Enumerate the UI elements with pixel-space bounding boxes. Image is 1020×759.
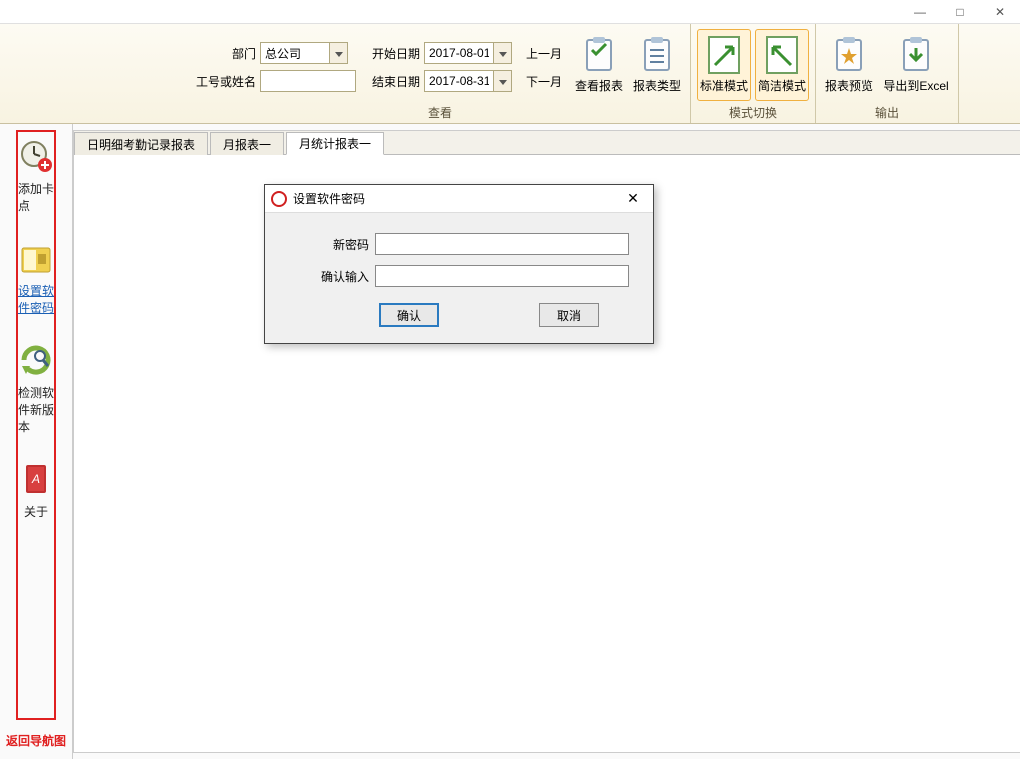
- page-arrow-icon: [706, 34, 742, 76]
- report-type-label: 报表类型: [633, 80, 681, 93]
- svg-text:A: A: [31, 472, 40, 486]
- sidebar-item-add-card-point[interactable]: 添加卡点: [18, 138, 54, 214]
- refresh-search-icon: [18, 342, 54, 378]
- sidebar-item-label: 添加卡点: [18, 180, 54, 214]
- cancel-button[interactable]: 取消: [539, 303, 599, 327]
- end-date-input[interactable]: [424, 70, 494, 92]
- clipboard-list-icon: [639, 34, 675, 76]
- chevron-down-icon[interactable]: [494, 42, 512, 64]
- id-input[interactable]: [260, 70, 356, 92]
- sidebar-item-check-update[interactable]: 检测软件新版本: [18, 342, 54, 435]
- page-arrow-alt-icon: [764, 34, 800, 76]
- id-label: 工号或姓名: [196, 73, 256, 90]
- window-minimize-button[interactable]: —: [900, 0, 940, 24]
- chevron-down-icon[interactable]: [330, 42, 348, 64]
- sidebar-item-label: 检测软件新版本: [18, 384, 54, 435]
- chevron-down-icon[interactable]: [494, 70, 512, 92]
- dept-combo[interactable]: [260, 42, 348, 64]
- dialog-close-button[interactable]: ✕: [619, 188, 647, 210]
- book-icon: A: [18, 461, 54, 497]
- report-type-button[interactable]: 报表类型: [630, 29, 684, 101]
- clipboard-view-icon: [581, 34, 617, 76]
- start-date-label: 开始日期: [360, 45, 420, 62]
- sidebar-item-label: 设置软件密码: [18, 282, 54, 316]
- ribbon-group-view-label: 查看: [196, 102, 684, 121]
- view-report-label: 查看报表: [575, 80, 623, 93]
- sidebar-item-set-password[interactable]: 设置软件密码: [18, 240, 54, 316]
- standard-mode-button[interactable]: 标准模式: [697, 29, 751, 101]
- simple-mode-button[interactable]: 简洁模式: [755, 29, 809, 101]
- set-password-dialog: 设置软件密码 ✕ 新密码 确认输入 确认 取消: [264, 184, 654, 344]
- clipboard-star-icon: [831, 34, 867, 76]
- new-password-input[interactable]: [375, 233, 629, 255]
- window-titlebar: — □ ✕: [0, 0, 1020, 24]
- next-month-button[interactable]: 下一月: [520, 70, 568, 92]
- tab-daily-detail[interactable]: 日明细考勤记录报表: [74, 132, 208, 155]
- clock-add-icon: [18, 138, 54, 174]
- ribbon-group-output-label: 输出: [822, 102, 952, 121]
- sidebar-footer-link[interactable]: 返回导航图: [0, 726, 72, 759]
- ribbon-group-output: 报表预览 导出到Excel 输出: [816, 24, 959, 123]
- end-date-combo[interactable]: [424, 70, 512, 92]
- ribbon-group-view: 部门 工号或姓名 开始日期: [190, 24, 691, 123]
- app-icon: [271, 191, 287, 207]
- confirm-password-input[interactable]: [375, 265, 629, 287]
- window-maximize-button[interactable]: □: [940, 0, 980, 24]
- clipboard-export-icon: [898, 34, 934, 76]
- ribbon-group-mode: 标准模式 简洁模式 模式切换: [691, 24, 816, 123]
- dept-input[interactable]: [260, 42, 330, 64]
- view-report-button[interactable]: 查看报表: [572, 29, 626, 101]
- ribbon-toolbar: 部门 工号或姓名 开始日期: [0, 24, 1020, 124]
- export-excel-label: 导出到Excel: [883, 80, 948, 93]
- sidebar-item-about[interactable]: A 关于: [18, 461, 54, 520]
- sidebar-item-label: 关于: [24, 503, 48, 520]
- window-close-button[interactable]: ✕: [980, 0, 1020, 24]
- dialog-title: 设置软件密码: [293, 190, 613, 207]
- confirm-button[interactable]: 确认: [379, 303, 439, 327]
- prev-month-button[interactable]: 上一月: [520, 42, 568, 64]
- lock-box-icon: [18, 240, 54, 276]
- simple-mode-label: 简洁模式: [758, 80, 806, 93]
- tab-bar: 日明细考勤记录报表 月报表一 月统计报表一: [74, 131, 1020, 155]
- start-date-combo[interactable]: [424, 42, 512, 64]
- confirm-password-label: 确认输入: [289, 268, 369, 285]
- start-date-input[interactable]: [424, 42, 494, 64]
- new-password-label: 新密码: [289, 236, 369, 253]
- report-preview-button[interactable]: 报表预览: [822, 29, 876, 101]
- tab-monthly-one[interactable]: 月报表一: [210, 132, 284, 155]
- dept-label: 部门: [196, 45, 256, 62]
- end-date-label: 结束日期: [360, 73, 420, 90]
- sidebar: 添加卡点 设置软件密码 检测软件新版本 A 关于 返回导航图: [0, 124, 73, 759]
- ribbon-group-mode-label: 模式切换: [697, 102, 809, 121]
- dialog-titlebar[interactable]: 设置软件密码 ✕: [265, 185, 653, 213]
- tab-monthly-stats[interactable]: 月统计报表一: [286, 132, 384, 155]
- export-excel-button[interactable]: 导出到Excel: [880, 29, 952, 101]
- standard-mode-label: 标准模式: [700, 80, 748, 93]
- report-preview-label: 报表预览: [825, 80, 873, 93]
